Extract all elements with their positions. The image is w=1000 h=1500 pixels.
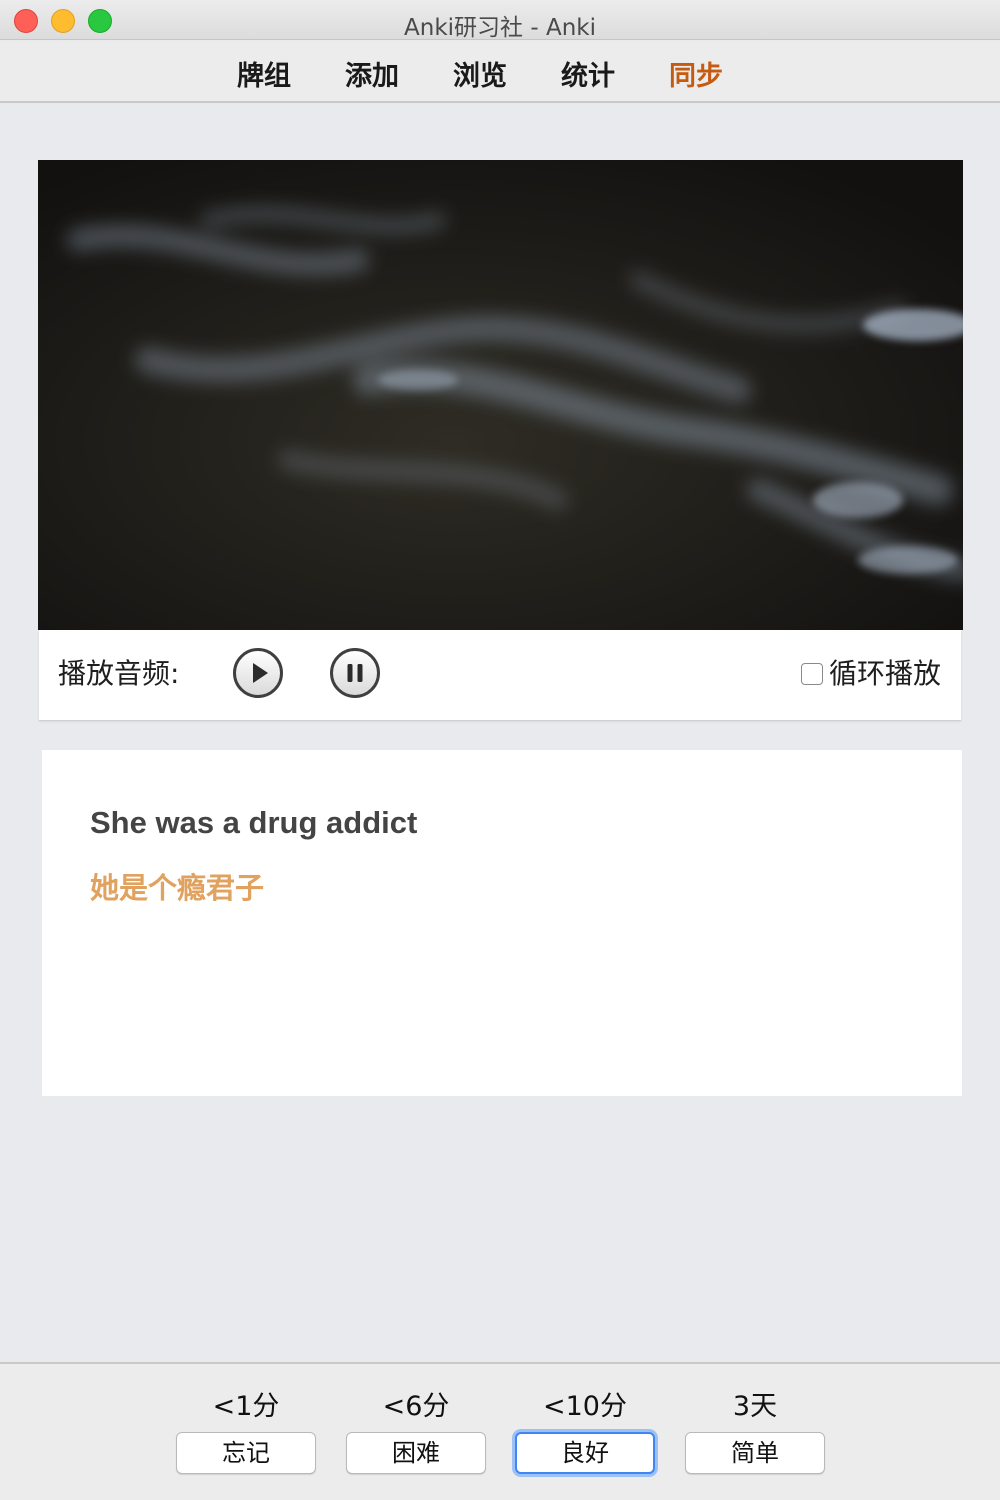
ease-easy-interval: 3天 (732, 1391, 778, 1422)
sentence-chinese: 她是个瘾君子 (90, 871, 265, 905)
play-icon (253, 663, 268, 683)
audio-controls: 播放音频: 循环播放 (39, 630, 961, 721)
window-title: Anki研习社 - Anki (404, 15, 596, 41)
ease-good-interval: <10分 (543, 1391, 627, 1422)
title-bar: Anki研习社 - Anki (0, 0, 1000, 41)
answer-bar: <1分 忘记 <6分 困难 <10分 良好 3天 简单 (0, 1362, 1000, 1500)
pause-audio-button[interactable] (330, 648, 380, 698)
hard-button[interactable]: 困难 (346, 1432, 486, 1474)
audio-label: 播放音频: (58, 657, 180, 690)
ease-hard-interval: <6分 (382, 1391, 450, 1422)
good-button[interactable]: 良好 (515, 1432, 655, 1474)
sentence-english: She was a drug addict (90, 805, 418, 840)
card-content: She was a drug addict 她是个瘾君子 (42, 750, 962, 1096)
again-button[interactable]: 忘记 (176, 1432, 316, 1474)
ease-again-interval: <1分 (212, 1391, 280, 1422)
tab-sync[interactable]: 同步 (669, 54, 723, 93)
tab-stats[interactable]: 统计 (561, 54, 615, 93)
pause-icon (347, 664, 363, 682)
main-toolbar: 牌组 添加 浏览 统计 同步 (0, 41, 1000, 103)
video-frame-image (38, 160, 963, 630)
tab-browse[interactable]: 浏览 (453, 54, 507, 93)
tab-decks[interactable]: 牌组 (237, 54, 291, 93)
easy-button[interactable]: 简单 (685, 1432, 825, 1474)
tab-add[interactable]: 添加 (345, 54, 399, 93)
video-player[interactable] (38, 160, 963, 630)
loop-toggle[interactable]: 循环播放 (800, 652, 941, 692)
loop-checkbox[interactable] (800, 663, 823, 685)
loop-label: 循环播放 (828, 657, 941, 690)
play-audio-button[interactable] (233, 648, 283, 698)
